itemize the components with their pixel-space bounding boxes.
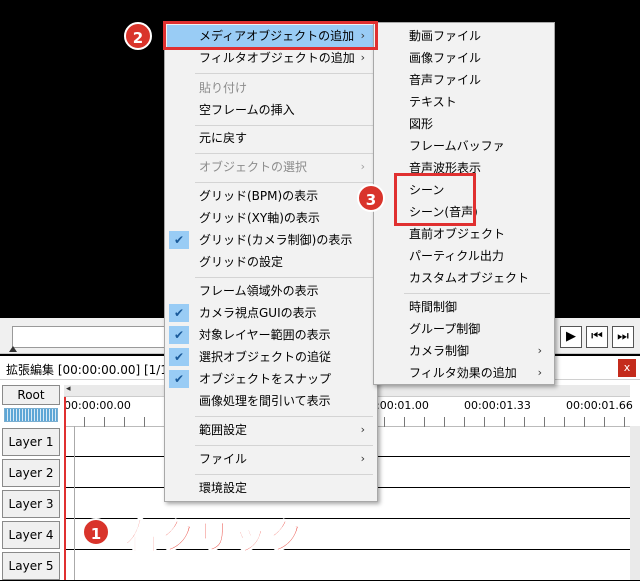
layer-button-4[interactable]: Layer 4	[2, 521, 60, 549]
menu-item-grid-xy[interactable]: グリッド(XY軸)の表示	[167, 207, 375, 229]
menu-separator	[195, 73, 373, 74]
playhead-cursor[interactable]	[64, 397, 66, 580]
checkmark-icon: ✔	[169, 231, 189, 249]
highlight-box-add-media	[163, 21, 378, 50]
menu-item-layer-range[interactable]: ✔ 対象レイヤー範囲の表示	[167, 324, 375, 346]
zoom-meter[interactable]	[4, 408, 58, 422]
layer-button-3[interactable]: Layer 3	[2, 490, 60, 518]
menu-item-label: ファイル	[199, 452, 248, 466]
menu-separator	[195, 153, 373, 154]
step-badge-2: 2	[124, 22, 152, 50]
close-icon[interactable]: x	[618, 359, 636, 377]
chevron-right-icon: ›	[537, 344, 542, 357]
tick-label: 00:00:01.33	[464, 399, 531, 412]
highlight-box-scene	[394, 173, 476, 226]
timeline-title: 拡張編集 [00:00:00.00] [1/1]	[6, 363, 173, 377]
submenu-item-custom-object[interactable]: カスタムオブジェクト	[376, 267, 552, 289]
seek-slider-thumb[interactable]	[9, 346, 17, 352]
menu-item-select-object[interactable]: オブジェクトの選択 ›	[167, 156, 375, 178]
menu-separator	[195, 125, 373, 126]
vertical-scrollbar[interactable]	[630, 426, 640, 580]
menu-item-range-settings[interactable]: 範囲設定 ›	[167, 419, 375, 441]
menu-item-snap-objects[interactable]: ✔ オブジェクトをスナップ	[167, 368, 375, 390]
submenu-item-particle-output[interactable]: パーティクル出力	[376, 245, 552, 267]
menu-item-camera-gui[interactable]: ✔ カメラ視点GUIの表示	[167, 302, 375, 324]
menu-item-label: 対象レイヤー範囲の表示	[199, 328, 331, 342]
checkmark-icon: ✔	[169, 370, 189, 388]
prev-frame-button[interactable]: ⏮	[586, 326, 608, 348]
menu-item-undo[interactable]: 元に戻す	[167, 127, 375, 149]
chevron-right-icon: ›	[360, 452, 365, 465]
menu-item-label: カメラ視点GUIの表示	[199, 306, 317, 320]
menu-item-follow-selection[interactable]: ✔ 選択オブジェクトの追従	[167, 346, 375, 368]
menu-item-label: フィルタオブジェクトの追加	[199, 51, 355, 65]
submenu-item-audio-file[interactable]: 音声ファイル	[376, 69, 552, 91]
layer-button-5[interactable]: Layer 5	[2, 552, 60, 580]
checkmark-icon: ✔	[169, 326, 189, 344]
menu-item-label: オブジェクトの選択	[199, 160, 308, 174]
lane-guide-line	[74, 426, 75, 580]
checkmark-icon: ✔	[169, 304, 189, 322]
tick-label: 00:00:01.66	[566, 399, 633, 412]
menu-item-label: 範囲設定	[199, 423, 248, 437]
layer-button-1[interactable]: Layer 1	[2, 428, 60, 456]
menu-item-insert-empty-frame[interactable]: 空フレームの挿入	[167, 99, 375, 121]
menu-item-label: フィルタ効果の追加	[409, 366, 517, 380]
menu-item-grid-settings[interactable]: グリッドの設定	[167, 251, 375, 273]
submenu-item-group-control[interactable]: グループ制御	[376, 318, 552, 340]
menu-separator	[404, 293, 550, 294]
submenu-item-video-file[interactable]: 動画ファイル	[376, 25, 552, 47]
root-scene-button[interactable]: Root	[2, 385, 60, 405]
submenu-item-camera-control[interactable]: カメラ制御 ›	[376, 340, 552, 362]
chevron-right-icon: ›	[360, 51, 365, 64]
submenu-item-add-filter-effect[interactable]: フィルタ効果の追加 ›	[376, 362, 552, 384]
menu-item-add-filter-object[interactable]: フィルタオブジェクトの追加 ›	[167, 47, 375, 69]
scroll-left-icon[interactable]: ◂	[66, 384, 71, 394]
layer-button-2[interactable]: Layer 2	[2, 459, 60, 487]
context-menu: メディアオブジェクトの追加 › フィルタオブジェクトの追加 › 貼り付け 空フレ…	[164, 22, 378, 502]
play-button[interactable]: ▶	[560, 326, 582, 348]
menu-item-file[interactable]: ファイル ›	[167, 448, 375, 470]
menu-separator	[195, 474, 373, 475]
menu-separator	[195, 416, 373, 417]
chevron-right-icon: ›	[360, 423, 365, 436]
step-badge-3: 3	[357, 184, 385, 212]
right-click-label: 右クリック	[123, 516, 305, 559]
chevron-right-icon: ›	[537, 366, 542, 379]
chevron-right-icon: ›	[360, 160, 365, 173]
menu-separator	[195, 445, 373, 446]
menu-item-thin-processing[interactable]: 画像処理を間引いて表示	[167, 390, 375, 412]
menu-item-preferences[interactable]: 環境設定	[167, 477, 375, 499]
submenu-item-shape[interactable]: 図形	[376, 113, 552, 135]
menu-item-show-outside-frame[interactable]: フレーム領域外の表示	[167, 280, 375, 302]
step-badge-1: 1	[82, 518, 110, 546]
menu-separator	[195, 277, 373, 278]
menu-item-label: グリッド(カメラ制御)の表示	[199, 233, 353, 247]
next-frame-button[interactable]: ⏭	[612, 326, 634, 348]
menu-item-label: オブジェクトをスナップ	[199, 372, 332, 386]
menu-item-label: 選択オブジェクトの追従	[199, 350, 332, 364]
submenu-item-previous-object[interactable]: 直前オブジェクト	[376, 223, 552, 245]
menu-item-paste[interactable]: 貼り付け	[167, 77, 375, 99]
checkmark-icon: ✔	[169, 348, 189, 366]
menu-item-label: カメラ制御	[409, 344, 470, 358]
submenu-item-text[interactable]: テキスト	[376, 91, 552, 113]
submenu-item-time-control[interactable]: 時間制御	[376, 296, 552, 318]
menu-item-grid-bpm[interactable]: グリッド(BPM)の表示	[167, 185, 375, 207]
menu-item-grid-camera[interactable]: ✔ グリッド(カメラ制御)の表示	[167, 229, 375, 251]
submenu-item-image-file[interactable]: 画像ファイル	[376, 47, 552, 69]
menu-separator	[195, 182, 373, 183]
tick-label: 00:00:00.00	[64, 399, 131, 412]
submenu-item-frame-buffer[interactable]: フレームバッファ	[376, 135, 552, 157]
